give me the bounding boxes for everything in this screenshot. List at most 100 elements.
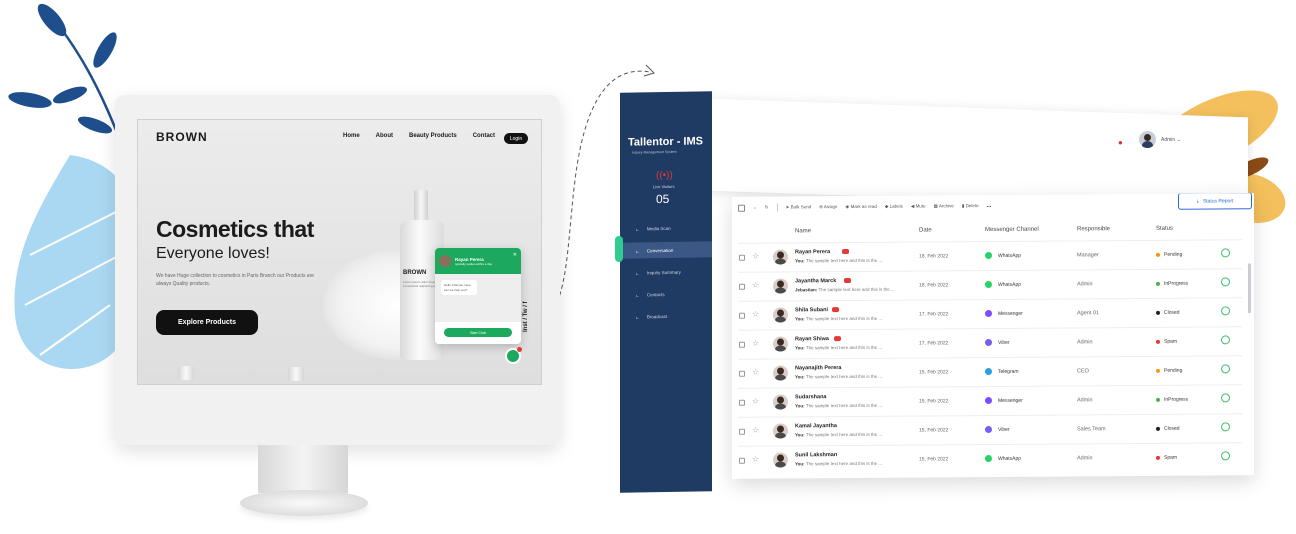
contact-name[interactable]: Sunil Lakshman — [795, 452, 837, 458]
contact-name[interactable]: Jayantha Marck — [795, 278, 836, 284]
avatar — [773, 452, 788, 468]
message-preview: You: The sample text here and this is th… — [795, 432, 882, 438]
notification-icon[interactable]: ● — [1118, 138, 1123, 147]
row-checkbox[interactable] — [739, 457, 745, 464]
message-text: The sample text here and this is the ... — [805, 257, 883, 264]
table-row[interactable]: ☆ Rayan Perera You: The sample text here a… — [738, 239, 1242, 271]
chat-icon[interactable] — [1221, 335, 1230, 345]
conversation-panel: ⌄ ↻ ➤ Bulk Send ⊕ Assign ◉ Mark as read … — [732, 193, 1254, 479]
social-links[interactable]: Inst / Tw / f — [523, 301, 529, 332]
table-row[interactable]: ☆ Rayan Shiwa You: The sample text here an… — [738, 326, 1242, 358]
status-badge: Closed — [1164, 309, 1180, 316]
star-icon[interactable]: ☆ — [752, 426, 759, 435]
star-icon[interactable]: ☆ — [752, 252, 759, 261]
chat-icon[interactable] — [1221, 277, 1230, 287]
column-messenger-channel[interactable]: Messenger Channel — [985, 227, 1039, 233]
channel-name: Messenger — [998, 397, 1023, 404]
nav-home[interactable]: Home — [343, 133, 360, 139]
select-all-checkbox[interactable] — [738, 204, 745, 212]
start-chat-button[interactable]: Start Chat — [444, 328, 512, 337]
contact-name[interactable]: Rayan Perera — [795, 249, 830, 255]
sidebar-item-contacts[interactable]: ⌞ Contacts — [620, 285, 712, 303]
table-row[interactable]: ☆ Kamal Jayantha You: The sample text here… — [738, 413, 1242, 445]
message-preview: You: The sample text here and this is th… — [795, 403, 882, 409]
contact-name[interactable]: Shila Subani — [795, 307, 828, 313]
column-status[interactable]: Status — [1156, 226, 1173, 232]
site-logo[interactable]: BROWN — [156, 130, 208, 144]
nav-beauty-products[interactable]: Beauty Products — [409, 133, 457, 139]
table-row[interactable]: ☆ Sudarshana You: The sample text here and… — [738, 384, 1242, 416]
channel-name: Messenger — [998, 310, 1023, 317]
chat-icon[interactable] — [1221, 451, 1230, 461]
star-icon[interactable]: ☆ — [752, 339, 759, 348]
message-preview: You: The sample text here and this is th… — [795, 316, 882, 322]
star-icon[interactable]: ☆ — [752, 310, 759, 319]
more-icon[interactable]: ••• — [987, 204, 992, 209]
chat-icon[interactable] — [1221, 306, 1230, 316]
refresh-icon[interactable]: ↻ — [765, 205, 769, 211]
status-dot — [1156, 281, 1160, 286]
row-checkbox[interactable] — [739, 341, 745, 348]
table-row[interactable]: ☆ Nayanajith Perera You: The sample text h… — [738, 355, 1242, 387]
row-checkbox[interactable] — [739, 283, 745, 290]
sidebar-item-media-scan[interactable]: ⌞ Media Scan — [620, 219, 712, 237]
chat-icon[interactable] — [1221, 393, 1230, 403]
contact-name[interactable]: Rayan Shiwa — [795, 336, 829, 342]
avatar — [773, 394, 788, 410]
table-row[interactable]: ☆ Shila Subani You: The sample text here a… — [738, 297, 1242, 329]
star-icon[interactable]: ☆ — [752, 455, 759, 464]
row-checkbox[interactable] — [739, 254, 745, 261]
chevron-down-icon[interactable]: ⌄ — [753, 205, 757, 211]
table-row[interactable]: ☆ Sunil Lakshman You: The sample text here… — [738, 442, 1242, 474]
row-checkbox[interactable] — [739, 370, 745, 377]
delete-button[interactable]: ▮ Delete — [962, 203, 979, 209]
nav-contact[interactable]: Contact — [473, 133, 495, 139]
contact-name[interactable]: Kamal Jayantha — [795, 423, 837, 429]
archive-button[interactable]: ▦ Archive — [934, 203, 954, 209]
column-responsible[interactable]: Responsible — [1077, 226, 1110, 232]
contact-name[interactable]: Sudarshana — [795, 394, 826, 400]
nav-about[interactable]: About — [376, 133, 393, 139]
sidebar-item-broadcast[interactable]: ⌞ Broadcast — [620, 307, 712, 325]
star-icon[interactable]: ☆ — [752, 281, 759, 290]
avatar[interactable] — [1139, 131, 1156, 148]
message-date: 17, Feb 2022 — [919, 340, 949, 347]
message-text: The sample text here and this is the ... — [805, 402, 883, 409]
sidebar-item-conversation[interactable]: ⌞ Conversation — [620, 241, 712, 259]
bulk-send-button[interactable]: ➤ Bulk Send — [786, 204, 812, 210]
sidebar-item-inquiry-summary[interactable]: ⌞ Inquiry Summary — [620, 263, 712, 281]
menu-icon: ⌞ — [636, 247, 639, 255]
close-icon[interactable]: ✕ — [513, 252, 517, 258]
labels-button[interactable]: ◆ Labels — [885, 204, 903, 210]
status-badge: Closed — [1164, 425, 1180, 432]
column-date[interactable]: Date — [919, 227, 932, 233]
login-button[interactable]: Login — [504, 133, 528, 144]
sidebar-collapse-handle[interactable] — [615, 236, 623, 262]
whatsapp-float-icon[interactable] — [505, 347, 522, 364]
scrollbar[interactable] — [1248, 263, 1251, 314]
explore-products-button[interactable]: Explore Products — [156, 310, 258, 335]
star-icon[interactable]: ☆ — [752, 397, 759, 406]
star-icon[interactable]: ☆ — [752, 368, 759, 377]
status-dot — [1156, 397, 1160, 402]
row-checkbox[interactable] — [739, 428, 745, 435]
responsible: Sales Team — [1077, 426, 1106, 433]
unread-badge — [832, 307, 839, 313]
chat-icon[interactable] — [1221, 364, 1230, 374]
column-name[interactable]: Name — [795, 228, 811, 234]
row-checkbox[interactable] — [739, 399, 745, 406]
channel-icon — [985, 368, 992, 376]
mute-button[interactable]: ◀ Mute — [911, 203, 926, 209]
status-report-button[interactable]: ⤓ Status Report — [1178, 193, 1252, 210]
channel-icon — [985, 281, 992, 289]
monitor: BROWN Home About Beauty Products Contact… — [115, 95, 560, 445]
chat-icon[interactable] — [1221, 422, 1230, 432]
row-checkbox[interactable] — [739, 312, 745, 319]
table-row[interactable]: ☆ Jayantha Marck Jebastian: The sample tex… — [738, 268, 1242, 300]
chat-body: Hello Channel, How can we help you? — [435, 274, 521, 322]
chat-icon[interactable] — [1221, 248, 1230, 258]
admin-menu[interactable]: Admin ⌄ — [1161, 137, 1181, 143]
assign-button[interactable]: ⊕ Assign — [819, 204, 837, 210]
contact-name[interactable]: Nayanajith Perera — [795, 365, 841, 371]
mark-as-read-button[interactable]: ◉ Mark as read — [845, 204, 876, 210]
